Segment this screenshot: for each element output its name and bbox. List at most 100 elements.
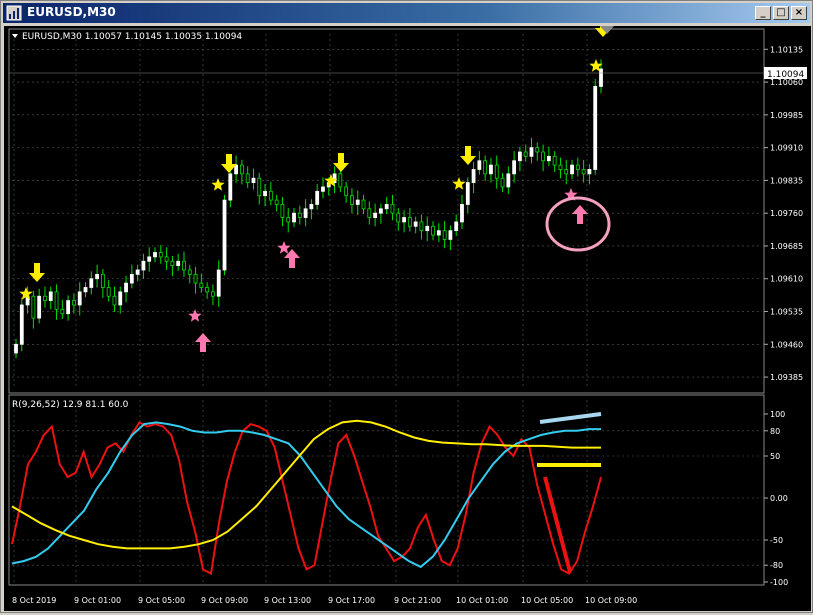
time-tick-label: 9 Oct 21:00	[394, 596, 441, 605]
time-tick-label: 9 Oct 09:00	[201, 596, 248, 605]
time-tick-label: 9 Oct 13:00	[264, 596, 311, 605]
maximize-button[interactable]: □	[773, 6, 789, 20]
price-tick-label: 1.09385	[770, 373, 803, 382]
candle	[564, 169, 569, 175]
indicator-lines	[11, 419, 602, 576]
price-tick-label: 1.10135	[770, 45, 803, 54]
candle	[489, 164, 493, 175]
close-button[interactable]: ×	[791, 6, 807, 20]
candle	[153, 252, 157, 258]
candle	[483, 160, 488, 175]
candle	[361, 199, 366, 210]
candle	[14, 343, 18, 354]
candle	[413, 221, 418, 227]
candle	[297, 212, 302, 218]
candle	[239, 164, 244, 175]
candle	[48, 291, 53, 301]
candle	[303, 208, 308, 218]
candle	[193, 273, 198, 284]
candle	[431, 225, 435, 236]
candle	[512, 160, 517, 175]
candle	[60, 308, 65, 315]
window-title: EURUSD,M30	[27, 5, 116, 19]
time-tick-label: 9 Oct 05:00	[138, 596, 185, 605]
candle	[216, 269, 221, 297]
chart-canvas[interactable]: EURUSD,M30 1.10057 1.10145 1.10035 1.100…	[4, 18, 811, 611]
candle	[587, 169, 592, 175]
candle	[72, 300, 76, 306]
price-axis: 1.101351.100601.099851.099101.098351.097…	[764, 45, 803, 382]
time-tick-label: 9 Oct 01:00	[74, 596, 121, 605]
signal-star	[188, 309, 202, 322]
chart-window-icon	[6, 5, 22, 21]
price-tick-label: 1.09985	[770, 111, 803, 120]
price-tick-label: 1.09535	[770, 308, 803, 317]
price-tick-label: 1.09460	[770, 340, 803, 349]
candle	[419, 221, 424, 232]
price-tick-label: 1.09685	[770, 242, 803, 251]
time-tick-label: 8 Oct 2019	[12, 596, 56, 605]
candle	[500, 177, 505, 188]
grid	[12, 34, 761, 582]
time-tick-label: 10 Oct 05:00	[521, 596, 573, 605]
sell-arrow-icon	[29, 263, 45, 282]
buy-arrow-icon	[572, 205, 588, 224]
indicator-label: R(9,26,52) 12.9 81.1 60.0	[12, 400, 129, 410]
candle	[402, 217, 406, 223]
candle	[66, 300, 71, 315]
candle	[396, 212, 401, 223]
candle	[292, 212, 296, 223]
candle	[257, 177, 262, 197]
candle	[89, 278, 94, 288]
candle	[350, 195, 354, 205]
candle	[338, 173, 343, 188]
dropdown-icon[interactable]	[12, 34, 18, 38]
price-tick-label: 1.09910	[770, 144, 803, 153]
candle	[436, 230, 441, 236]
indicator-tick-label: 50	[770, 452, 780, 461]
candle	[442, 230, 447, 240]
current-price-label: 1.10094	[767, 70, 804, 80]
candle	[77, 291, 82, 306]
price-tick-label: 1.09610	[770, 275, 803, 284]
candle	[407, 217, 412, 227]
candle	[54, 291, 59, 310]
signal-star	[452, 177, 466, 190]
candle	[367, 208, 372, 218]
candle	[37, 295, 42, 319]
candle	[147, 256, 152, 262]
time-axis: 8 Oct 2019 9 Oct 01:00 9 Oct 05:00 9 Oct 09…	[12, 596, 637, 605]
title-bar[interactable]: EURUSD,M30 _ □ ×	[3, 3, 810, 23]
current-price-marker: 1.10094	[9, 67, 807, 80]
candle	[390, 204, 395, 214]
candle	[95, 273, 99, 280]
candle	[593, 86, 598, 170]
candle	[280, 204, 285, 218]
candle	[141, 260, 146, 271]
candle	[460, 204, 464, 223]
candle	[100, 273, 105, 288]
candle	[494, 164, 499, 179]
candle	[506, 173, 511, 188]
signals	[19, 18, 611, 352]
candle	[182, 260, 186, 271]
indicator-tick-label: 80	[770, 427, 780, 436]
time-tick-label: 10 Oct 01:00	[456, 596, 508, 605]
time-tick-label: 9 Oct 17:00	[328, 596, 375, 605]
candle	[384, 204, 389, 210]
candle	[581, 169, 586, 175]
candle	[118, 291, 123, 306]
candle	[471, 169, 476, 183]
indicator-tick-label: -100	[770, 578, 788, 587]
indicator-tick-label: -50	[770, 536, 783, 545]
symbol-info: EURUSD,M30 1.10057 1.10145 1.10035 1.100…	[22, 32, 242, 42]
minimize-button[interactable]: _	[755, 6, 771, 20]
candle	[234, 164, 238, 175]
price-tick-label: 1.09835	[770, 176, 803, 185]
candle	[552, 155, 557, 166]
candle	[43, 295, 47, 301]
candle	[19, 304, 24, 345]
chart-area[interactable]: EURUSD,M30 1.10057 1.10145 1.10035 1.100…	[4, 18, 811, 611]
candle	[309, 204, 314, 210]
candle	[570, 164, 574, 175]
